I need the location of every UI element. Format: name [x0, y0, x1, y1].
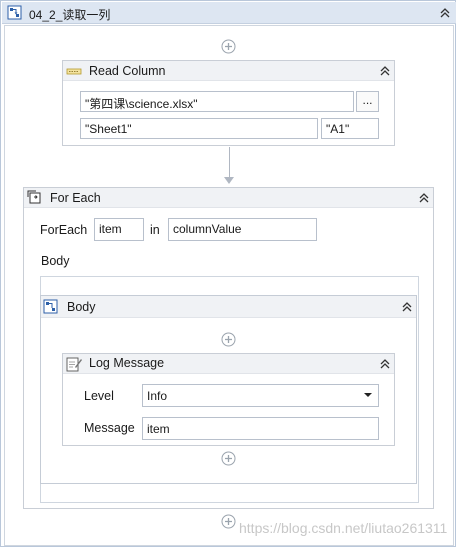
connector-arrow: [224, 177, 234, 184]
chevron-double-up-icon[interactable]: [438, 6, 452, 20]
dropdown-arrow-icon: [364, 393, 372, 397]
for-each-icon: [27, 190, 42, 204]
chevron-double-up-icon[interactable]: [378, 64, 392, 78]
log-message-icon: [66, 356, 82, 372]
sheet-name-field[interactable]: "Sheet1": [80, 118, 318, 139]
read-column-icon: [66, 64, 82, 78]
log-message-title: Log Message: [89, 356, 165, 370]
sequence-icon: [7, 5, 22, 20]
for-each-header[interactable]: For Each: [24, 188, 433, 208]
level-select[interactable]: Info: [142, 384, 379, 407]
start-cell-field[interactable]: "A1": [321, 118, 379, 139]
chevron-double-up-icon[interactable]: [417, 191, 431, 205]
body-sequence-title: Body: [67, 300, 96, 314]
foreach-label: ForEach: [40, 223, 88, 237]
read-column-activity[interactable]: Read Column "第四课\science.xlsx" ... "Shee…: [62, 60, 395, 146]
watermark: https://blog.csdn.net/liutao261311: [239, 520, 448, 536]
message-label: Message: [84, 421, 135, 435]
item-field[interactable]: item: [94, 218, 144, 241]
connector-line: [229, 147, 230, 177]
for-each-title: For Each: [50, 191, 101, 205]
browse-button[interactable]: ...: [356, 91, 379, 112]
level-value: Info: [147, 389, 168, 403]
in-label: in: [150, 223, 160, 237]
plus-circle-icon[interactable]: [221, 514, 236, 529]
plus-circle-icon[interactable]: [221, 451, 236, 466]
sequence-icon: [43, 299, 58, 314]
chevron-double-up-icon[interactable]: [400, 300, 414, 314]
log-message-activity[interactable]: Log Message Level Info Message item: [62, 353, 395, 446]
read-column-title: Read Column: [89, 64, 166, 78]
plus-circle-icon[interactable]: [221, 39, 236, 54]
sequence-header[interactable]: 04_2_读取一列: [2, 2, 456, 24]
collection-field[interactable]: columnValue: [168, 218, 317, 241]
log-message-header[interactable]: Log Message: [63, 354, 394, 374]
body-sequence-header[interactable]: Body: [41, 296, 416, 318]
body-label: Body: [41, 254, 70, 268]
read-column-header[interactable]: Read Column: [63, 61, 394, 81]
plus-circle-icon[interactable]: [221, 332, 236, 347]
sequence-title: 04_2_读取一列: [29, 8, 111, 22]
message-field[interactable]: item: [142, 417, 379, 440]
chevron-double-up-icon[interactable]: [378, 357, 392, 371]
file-path-field[interactable]: "第四课\science.xlsx": [80, 91, 354, 112]
workflow-designer: 04_2_读取一列 Read Column "第四课\science.xlsx"…: [0, 0, 456, 547]
level-label: Level: [84, 389, 114, 403]
